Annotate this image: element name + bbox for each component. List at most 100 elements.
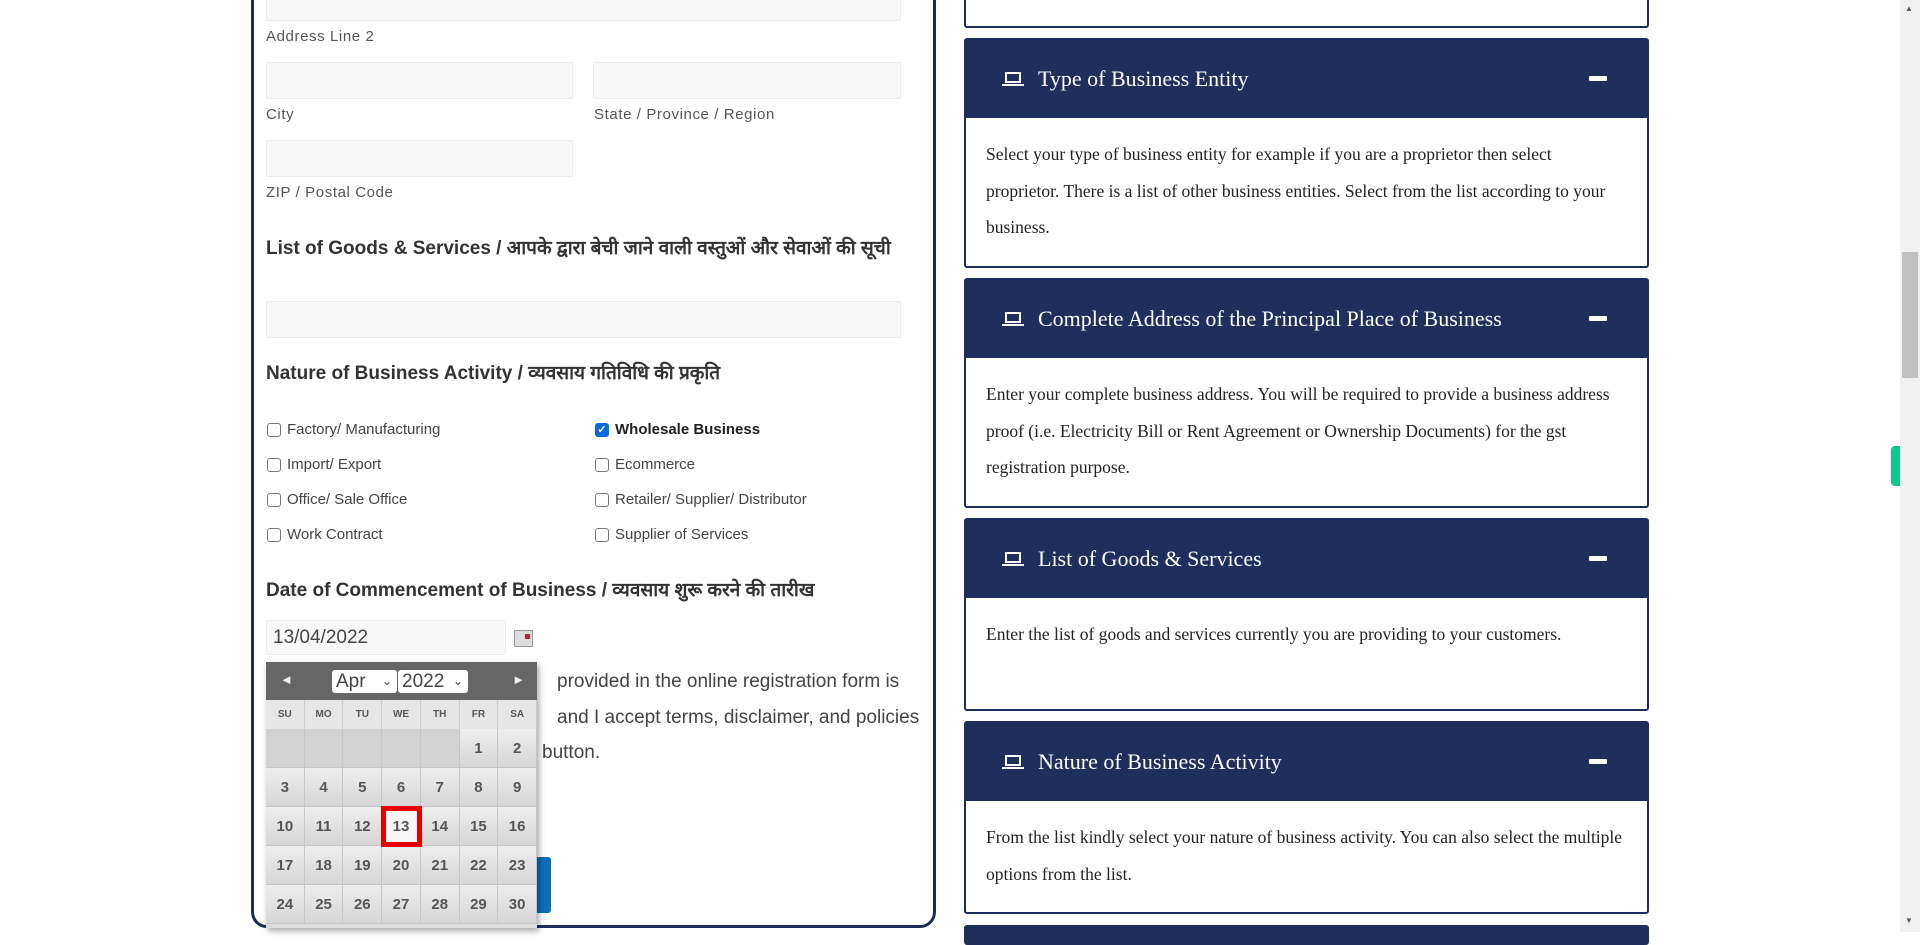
day-cell[interactable]: 10 [266, 807, 305, 846]
weekday-header: TU [343, 700, 383, 729]
weekday-header: FR [459, 700, 499, 729]
checkbox[interactable] [267, 492, 281, 507]
checkbox[interactable] [595, 527, 609, 542]
year-select[interactable]: 2022 ⌄ [398, 670, 468, 693]
day-cell[interactable]: 4 [304, 768, 344, 807]
day-cell[interactable]: 5 [343, 768, 383, 807]
selected-day-cell[interactable]: 13 [381, 806, 422, 847]
day-cell[interactable]: 22 [459, 846, 499, 885]
info-box-body: Enter your complete business address. Yo… [986, 384, 1610, 477]
day-cell[interactable]: 20 [382, 846, 421, 885]
collapse-minus-icon[interactable] [1589, 759, 1607, 764]
day-cell[interactable]: 17 [266, 846, 305, 885]
activity-checkbox[interactable]: Work Contract [267, 526, 383, 543]
activity-checkbox[interactable]: ✓ Wholesale Business [595, 421, 760, 438]
month-select[interactable]: Apr ⌄ [332, 670, 397, 693]
day-cell[interactable]: 30 [498, 885, 537, 924]
day-cell[interactable]: 7 [420, 768, 460, 807]
activity-checkbox[interactable]: Ecommerce [595, 456, 695, 473]
activity-label: Import/ Export [287, 456, 382, 473]
info-box-header[interactable]: Complete Address of the Principal Place … [966, 280, 1647, 358]
info-box: Complete Address of the Principal Place … [964, 278, 1649, 508]
day-cell[interactable]: 1 [459, 729, 499, 768]
info-box-body: Select your type of business entity for … [986, 144, 1606, 237]
datepicker-header: ◄ Apr ⌄ 2022 ⌄ ► [266, 662, 537, 700]
activity-label: Supplier of Services [615, 526, 749, 543]
day-cell[interactable]: 3 [266, 768, 305, 807]
checkbox[interactable] [267, 527, 281, 542]
day-cell[interactable]: 26 [343, 885, 383, 924]
info-box-title: Type of Business Entity [1038, 66, 1249, 91]
day-cell[interactable]: 9 [498, 768, 537, 807]
state-input[interactable] [593, 62, 901, 99]
checkbox[interactable] [595, 492, 609, 507]
activity-label: Ecommerce [615, 456, 696, 473]
day-cell[interactable]: 19 [343, 846, 383, 885]
day-cell[interactable]: 6 [382, 768, 421, 807]
day-cell[interactable]: 8 [459, 768, 499, 807]
weekday-header: SU [266, 700, 305, 729]
goods-input[interactable] [266, 301, 901, 338]
day-cell[interactable]: 25 [304, 885, 344, 924]
info-box-partial [964, 925, 1649, 945]
day-cell[interactable]: 24 [266, 885, 305, 924]
date-input[interactable]: 13/04/2022 [266, 620, 506, 655]
activity-checkbox[interactable]: Factory/ Manufacturing [267, 421, 440, 438]
prev-month-button[interactable]: ◄ [280, 672, 293, 687]
info-box: List of Goods & Services Enter the list o… [964, 518, 1649, 711]
collapse-minus-icon[interactable] [1589, 76, 1607, 81]
chevron-down-icon: ⌄ [381, 674, 392, 688]
day-cell[interactable]: 11 [304, 807, 344, 846]
day-cell[interactable]: 28 [420, 885, 460, 924]
city-input[interactable] [266, 62, 573, 99]
day-cell[interactable]: 29 [459, 885, 499, 924]
scrollbar-thumb[interactable] [1902, 252, 1918, 378]
declaration-line-1: provided in the online registration form… [557, 671, 900, 692]
activity-label: Retailer/ Supplier/ Distributor [615, 491, 807, 508]
zip-input[interactable] [266, 140, 573, 177]
day-cell[interactable]: 16 [498, 807, 537, 846]
checkbox[interactable] [267, 457, 281, 472]
empty-day-cell [420, 729, 460, 768]
activity-checkbox[interactable]: Office/ Sale Office [267, 491, 407, 508]
info-box: Nature of Business Activity From the list… [964, 721, 1649, 914]
side-tab[interactable] [1891, 446, 1900, 486]
address-line2-input[interactable] [266, 0, 901, 21]
info-box-title: Nature of Business Activity [1038, 749, 1282, 774]
info-box-header[interactable]: List of Goods & Services [966, 520, 1647, 598]
day-cell[interactable]: 14 [420, 807, 460, 846]
day-cell[interactable]: 18 [304, 846, 344, 885]
collapse-minus-icon[interactable] [1589, 316, 1607, 321]
weekday-header: SA [498, 700, 537, 729]
day-cell[interactable]: 12 [343, 807, 383, 846]
empty-day-cell [382, 729, 421, 768]
zip-label: ZIP / Postal Code [266, 184, 394, 201]
chevron-down-icon: ⌄ [452, 674, 463, 688]
date-heading: Date of Commencement of Business / व्यवस… [266, 580, 815, 601]
checkbox[interactable] [267, 422, 281, 437]
scroll-down-arrow[interactable]: ▼ [1905, 916, 1913, 925]
info-box-header[interactable]: Type of Business Entity [966, 40, 1647, 118]
address-line2-label: Address Line 2 [266, 28, 375, 45]
activity-label: Factory/ Manufacturing [287, 421, 441, 438]
empty-day-cell [304, 729, 344, 768]
day-cell[interactable]: 15 [459, 807, 499, 846]
scrollbar[interactable]: ▲ ▼ [1900, 0, 1920, 932]
day-cell[interactable]: 2 [498, 729, 537, 768]
day-cell[interactable]: 27 [382, 885, 421, 924]
activity-label: Office/ Sale Office [287, 491, 408, 508]
activity-checkbox[interactable]: Import/ Export [267, 456, 381, 473]
checkbox[interactable]: ✓ [595, 422, 609, 437]
scroll-up-arrow[interactable]: ▲ [1905, 4, 1913, 13]
day-cell[interactable]: 23 [498, 846, 537, 885]
collapse-minus-icon[interactable] [1589, 556, 1607, 561]
day-cell[interactable]: 21 [420, 846, 460, 885]
info-box-header[interactable]: Nature of Business Activity [966, 723, 1647, 801]
weekday-header: WE [382, 700, 421, 729]
activity-checkbox[interactable]: Retailer/ Supplier/ Distributor [595, 491, 807, 508]
calendar-icon[interactable] [514, 630, 533, 647]
checkbox[interactable] [595, 457, 609, 472]
activity-checkbox[interactable]: Supplier of Services [595, 526, 748, 543]
next-month-button[interactable]: ► [512, 672, 525, 687]
activity-label: Work Contract [287, 526, 383, 543]
